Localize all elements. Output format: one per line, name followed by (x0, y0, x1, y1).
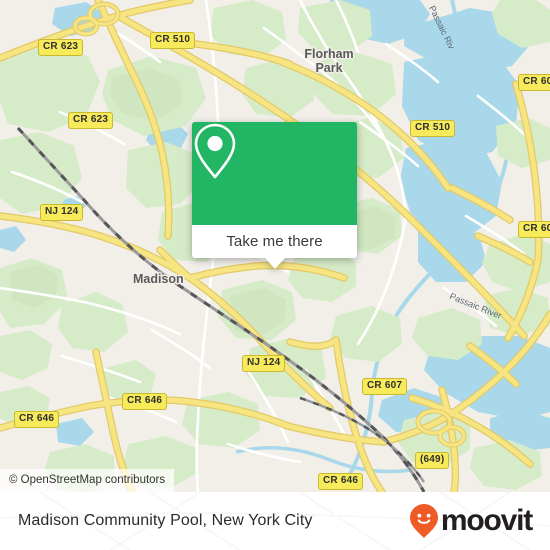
map-pin-icon (194, 123, 236, 179)
osm-attribution[interactable]: © OpenStreetMap contributors (0, 469, 175, 492)
road-shield-label: CR 60 (518, 221, 550, 238)
road-shield-label: CR 623 (68, 112, 114, 129)
road-shield-label: (649) (415, 452, 450, 469)
place-title: Madison Community Pool, New York City (18, 512, 313, 529)
road-shield-label: CR 510 (410, 120, 456, 137)
popup-header (192, 122, 357, 225)
road-shield-label: NJ 124 (40, 204, 84, 221)
moovit-logo[interactable]: moovit (409, 503, 533, 539)
road-shield-label: CR 607 (362, 378, 408, 395)
moovit-smiley-pin-icon (409, 504, 438, 538)
place-label-madison: Madison (133, 272, 184, 286)
road-shield-label: CR 646 (14, 411, 60, 428)
footer-bar: Madison Community Pool, New York City mo… (0, 492, 550, 550)
moovit-wordmark: moovit (440, 504, 533, 537)
road-shield-label: CR 623 (38, 39, 84, 56)
road-shield-label: CR 510 (150, 32, 196, 49)
road-shield-label: NJ 124 (242, 355, 286, 372)
place-label-florham-park: Florham Park (304, 47, 354, 75)
road-shield-label: CR 60 (518, 74, 550, 91)
map-canvas[interactable]: CR 623 CR 510 CR 623 CR 510 CR 60 CR 60 … (0, 0, 550, 492)
popup-action-bar[interactable]: Take me there (192, 225, 357, 258)
take-me-there-label: Take me there (226, 233, 323, 250)
road-shield-label: CR 646 (318, 473, 364, 490)
screenshot-root: CR 623 CR 510 CR 623 CR 510 CR 60 CR 60 … (0, 0, 550, 550)
popup-tail (264, 258, 285, 269)
road-shield-label: CR 646 (122, 393, 168, 410)
location-popup-card[interactable]: Take me there (192, 122, 357, 269)
